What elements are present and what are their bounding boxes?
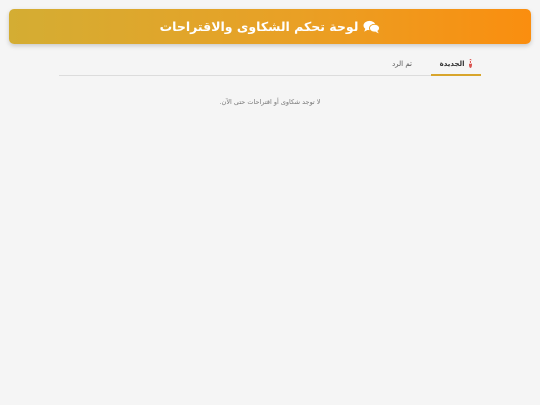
- page-header: لوحة تحكم الشكاوى والاقتراحات: [9, 9, 531, 44]
- empty-state-message: لا توجد شكاوى أو اقتراحات حتى الآن.: [219, 98, 321, 106]
- tab-replied[interactable]: تم الرد: [381, 53, 423, 75]
- new-count-badge: 0: [468, 59, 473, 68]
- tab-replied-label: تم الرد: [392, 60, 412, 68]
- comments-icon: [363, 20, 381, 34]
- tab-new[interactable]: 0 الجديدة: [431, 53, 481, 76]
- tab-new-label: الجديدة: [439, 59, 465, 68]
- tab-bar: 0 الجديدة تم الرد: [59, 53, 481, 76]
- page-title: لوحة تحكم الشكاوى والاقتراحات: [159, 19, 359, 34]
- page: لوحة تحكم الشكاوى والاقتراحات 0 الجديدة …: [0, 0, 540, 405]
